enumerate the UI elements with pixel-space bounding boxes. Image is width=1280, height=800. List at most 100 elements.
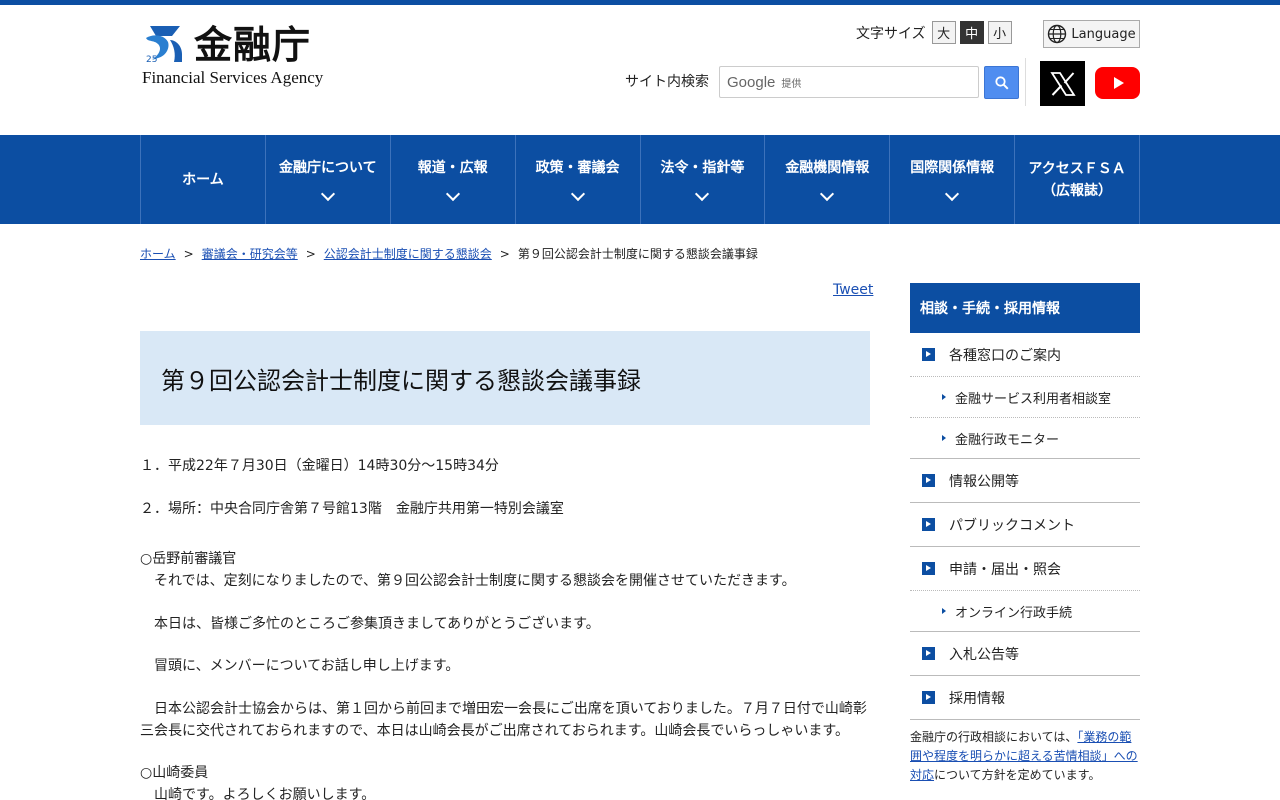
nav-item-label: 金融機関情報 — [785, 159, 870, 176]
sidebar-item-label: 申請・届出・照会 — [949, 561, 1061, 578]
meeting-date: １．平成22年７月30日（金曜日）14時30分～15時34分 — [140, 458, 499, 474]
tweet-link[interactable]: Tweet — [833, 282, 873, 298]
globe-icon — [1048, 24, 1067, 44]
font-size-switcher: 文字サイズ 大 中 小 — [856, 21, 1012, 44]
triangle-bullet-icon — [942, 608, 946, 614]
nav-item-label: 報道・広報 — [417, 159, 488, 176]
speech-paragraph-continued: 三会長に交代されておられますので、本日は山崎会長がご出席されておられます。山崎会… — [140, 723, 849, 739]
chevron-down-icon — [695, 186, 710, 201]
breadcrumb: ホーム > 審議会・研究会等 > 公認会計士制度に関する懇談会 > 第９回公認会… — [140, 245, 758, 262]
site-logo[interactable]: 25 金融庁 Financial Services Agency — [140, 22, 340, 92]
speech-paragraph: 日本公認会計士協会からは、第１回から前回まで増田宏一会長にご出席を頂いておりまし… — [154, 701, 867, 717]
sidebar-subitem-label: 金融行政モニター — [955, 432, 1060, 448]
language-button[interactable]: Language — [1043, 20, 1140, 48]
chevron-down-icon — [320, 186, 335, 201]
nav-item-label: 法令・指針等 — [660, 159, 745, 176]
arrow-square-icon — [922, 474, 935, 487]
breadcrumb-cpa-council-link[interactable]: 公認会計士制度に関する懇談会 — [324, 245, 492, 262]
sidebar-item[interactable]: パブリックコメント — [910, 503, 1140, 547]
sidebar-note-text: について方針を定めています。 — [934, 768, 1101, 782]
speech-paragraph: 本日は、皆様ご多忙のところご参集頂きましてありがとうございます。 — [154, 616, 600, 632]
nav-policy[interactable]: 政策・審議会 — [516, 135, 641, 224]
nav-about[interactable]: 金融庁について — [266, 135, 391, 224]
chevron-down-icon — [445, 186, 460, 201]
sidebar-note: 金融庁の行政相談においては、「業務の範囲や程度を明らかに超える苦情相談」への対応… — [910, 720, 1140, 785]
fsa-emblem-icon: 25 — [146, 26, 182, 64]
svg-text:25: 25 — [146, 55, 157, 64]
top-accent-bar — [0, 0, 1280, 5]
logo-english-text: Financial Services Agency — [142, 68, 324, 87]
nav-item-label: アクセスＦＳＡ （広報誌） — [1028, 160, 1126, 199]
sidebar-subitem-label: オンライン行政手続 — [955, 605, 1073, 621]
nav-item-label: 政策・審議会 — [535, 159, 620, 176]
nav-laws[interactable]: 法令・指針等 — [641, 135, 766, 224]
x-logo-icon — [1049, 71, 1076, 96]
global-navigation-list: ホーム 金融庁について 報道・広報 政策・審議会 法令・指針等 金融機関情報 国際関係情報 ア… — [140, 135, 1140, 224]
speech-paragraph: それでは、定刻になりましたので、第９回公認会計士制度に関する懇談会を開催させてい… — [154, 573, 796, 589]
youtube-icon — [1113, 77, 1124, 89]
breadcrumb-home-link[interactable]: ホーム — [140, 245, 176, 262]
sidebar-item-label: 情報公開等 — [949, 473, 1019, 490]
google-brand-text: Google — [727, 73, 776, 91]
sidebar-subitem[interactable]: 金融行政モニター — [910, 418, 1140, 459]
sidebar-subitem-label: 金融サービス利用者相談室 — [955, 391, 1112, 407]
nav-item-label: 金融庁について — [279, 159, 377, 176]
speech-paragraph: 山崎です。よろしくお願いします。 — [154, 787, 376, 800]
youtube-button[interactable] — [1095, 67, 1140, 99]
global-navigation: ホーム 金融庁について 報道・広報 政策・審議会 法令・指針等 金融機関情報 国際関係情報 ア… — [0, 135, 1280, 224]
font-size-small-button[interactable]: 小 — [987, 21, 1012, 44]
sidebar-item[interactable]: 採用情報 — [910, 676, 1140, 720]
breadcrumb-separator: > — [499, 246, 510, 261]
chevron-down-icon — [820, 186, 835, 201]
language-label: Language — [1071, 26, 1136, 42]
chevron-down-icon — [945, 186, 960, 201]
search-icon — [994, 75, 1009, 90]
sidebar-item[interactable]: 情報公開等 — [910, 459, 1140, 503]
nav-item-label: 国際関係情報 — [910, 159, 995, 176]
arrow-square-icon — [922, 348, 935, 361]
site-search-label: サイト内検索 — [625, 74, 709, 90]
sidebar-item-label: 各種窓口のご案内 — [949, 347, 1061, 364]
breadcrumb-separator: > — [183, 246, 194, 261]
page-title-box: 第９回公認会計士制度に関する懇談会議事録 — [140, 331, 870, 425]
speaker-name: ○岳野前審議官 — [140, 551, 237, 567]
font-size-medium-button[interactable]: 中 — [959, 21, 984, 44]
arrow-square-icon — [922, 647, 935, 660]
site-search-input[interactable]: Google 提供 — [719, 66, 979, 98]
triangle-bullet-icon — [942, 435, 946, 441]
arrow-square-icon — [922, 691, 935, 704]
logo-japanese-text: 金融庁 — [194, 22, 312, 67]
breadcrumb-separator: > — [305, 246, 316, 261]
sidebar-menu: 各種窓口のご案内金融サービス利用者相談室 金融行政モニター情報公開等パブリックコメ… — [910, 333, 1140, 720]
sidebar-item-label: パブリックコメント — [949, 517, 1075, 534]
page-title: 第９回公認会計士制度に関する懇談会議事録 — [161, 366, 641, 395]
sidebar-item-label: 入札公告等 — [949, 646, 1019, 663]
sidebar-note-text: 金融庁の行政相談においては、 — [910, 730, 1078, 744]
sidebar-item-label: 採用情報 — [949, 690, 1005, 707]
breadcrumb-current: 第９回公認会計士制度に関する懇談会議事録 — [517, 247, 758, 261]
google-provided-text: 提供 — [781, 78, 802, 90]
speech-paragraph: 冒頭に、メンバーについてお話し申し上げます。 — [154, 658, 460, 674]
chevron-down-icon — [570, 186, 585, 201]
nav-institutions[interactable]: 金融機関情報 — [765, 135, 891, 224]
nav-press[interactable]: 報道・広報 — [391, 135, 516, 224]
nav-access-fsa[interactable]: アクセスＦＳＡ （広報誌） — [1015, 135, 1140, 224]
breadcrumb-councils-link[interactable]: 審議会・研究会等 — [202, 245, 298, 262]
arrow-square-icon — [922, 518, 935, 531]
sidebar-item[interactable]: 各種窓口のご案内 — [910, 333, 1140, 377]
sidebar-item[interactable]: 入札公告等 — [910, 632, 1140, 676]
sidebar-heading: 相談・手続・採用情報 — [910, 283, 1140, 333]
search-button[interactable] — [984, 66, 1019, 99]
sidebar-subitem[interactable]: オンライン行政手続 — [910, 591, 1140, 632]
triangle-bullet-icon — [942, 394, 946, 400]
nav-international[interactable]: 国際関係情報 — [890, 135, 1016, 224]
x-twitter-button[interactable] — [1040, 61, 1085, 106]
sidebar-item[interactable]: 申請・届出・照会 — [910, 547, 1140, 591]
nav-item-label: ホーム — [182, 171, 224, 188]
font-size-large-button[interactable]: 大 — [931, 21, 956, 44]
speaker-name: ○山崎委員 — [140, 765, 209, 781]
arrow-square-icon — [922, 562, 935, 575]
nav-home[interactable]: ホーム — [141, 135, 266, 224]
sidebar-subitem[interactable]: 金融サービス利用者相談室 — [910, 377, 1140, 418]
header-divider — [1025, 58, 1026, 106]
